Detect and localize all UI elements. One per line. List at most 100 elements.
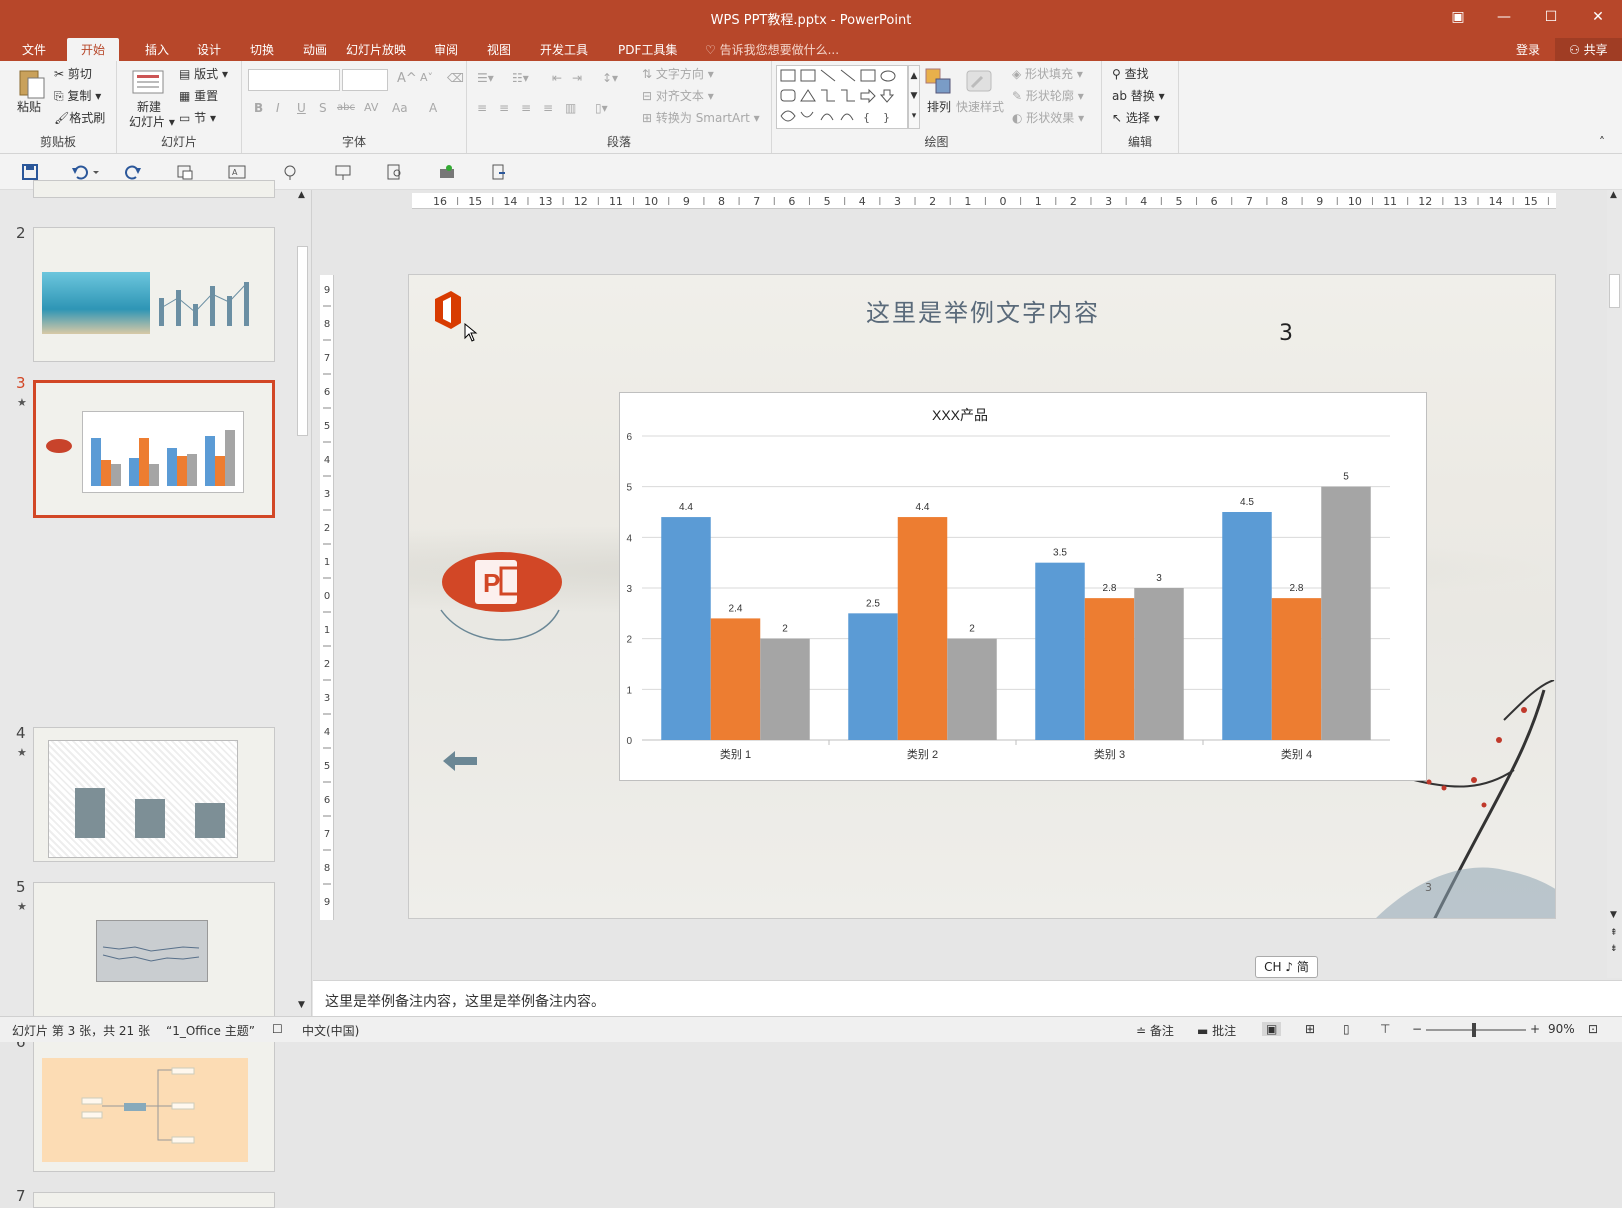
shape-effects-button[interactable]: ◐ 形状效果 ▾ [1012,109,1084,126]
tab-file[interactable]: 文件 [8,38,60,61]
previous-slide-icon[interactable]: ⇞ [1610,928,1618,938]
chart-bar[interactable] [1084,598,1135,740]
replace-button[interactable]: ab 替换 ▾ [1112,87,1165,104]
quick-styles-icon[interactable] [964,67,994,97]
slideshow-from-start-icon[interactable] [175,163,195,181]
layout-button[interactable]: ▤ 版式 ▾ [179,65,228,82]
slide-thumbnail-5[interactable] [33,882,275,1017]
chart-bar[interactable] [848,613,898,740]
distribute-icon[interactable]: ▥ [565,101,576,115]
columns-icon[interactable]: ▯▾ [595,101,608,115]
cut-button[interactable]: ✂ 剪切 [54,65,92,82]
collapse-ribbon-icon[interactable]: ˄ [1599,135,1605,149]
slide-thumbnail-1[interactable] [33,180,275,198]
current-slide[interactable]: 这里是举例文字内容 3 P XXX产品 4.4 2.4 2 2.5 4.4 2 3.5 2.8… [408,274,1556,919]
textbox-icon[interactable]: A [227,163,247,181]
smartart-button[interactable]: ⊞ 转换为 SmartArt ▾ [642,109,760,126]
strikethrough-button[interactable]: abc [337,102,355,113]
language-status[interactable]: 中文(中国) [302,1022,359,1039]
italic-button[interactable]: I [276,101,280,115]
zoom-slider-thumb[interactable] [1472,1023,1476,1037]
slide-thumbnail-3[interactable] [33,380,275,518]
decrease-indent-icon[interactable]: ⇤ [552,71,562,85]
slide-thumbnail-6[interactable] [33,1037,275,1172]
zoom-level[interactable]: 90% [1548,1022,1575,1036]
tell-me-search[interactable]: ♡ 告诉我您想要做什么... [705,41,839,58]
redo-icon[interactable] [123,163,143,181]
presenter-icon[interactable] [280,163,300,181]
increase-indent-icon[interactable]: ⇥ [572,71,582,85]
font-name-input[interactable] [248,69,340,91]
shapes-gallery[interactable]: {} [776,65,908,129]
section-button[interactable]: ▭ 节 ▾ [179,109,216,126]
shapes-gallery-scroll[interactable]: ▲ ▼ ▾ [908,65,920,129]
copy-button[interactable]: ⎘ 复制 ▾ [54,87,101,104]
chart-bar[interactable] [947,638,997,740]
normal-view-icon[interactable]: ▣ [1262,1022,1282,1036]
notes-pane[interactable]: 这里是举例备注内容，这里是举例备注内容。 [313,980,1622,1016]
maximize-icon[interactable]: ☐ [1533,6,1569,28]
close-icon[interactable]: ✕ [1580,6,1616,28]
numbering-icon[interactable]: ☷▾ [512,71,529,85]
save-icon[interactable] [20,163,40,181]
reset-button[interactable]: ▦ 重置 [179,87,218,104]
bold-button[interactable]: B [254,101,263,115]
scroll-down-arrow-icon[interactable]: ▼ [1610,910,1617,920]
chart-bar[interactable] [661,517,711,740]
undo-dropdown-icon[interactable] [92,163,100,181]
slide-thumbnail-4[interactable] [33,727,275,862]
thumbnails-scrollbar[interactable]: ▲ ▼ [295,190,310,1016]
ime-indicator[interactable]: CH ♪ 简 [1255,956,1318,978]
new-slide-label-2[interactable]: 幻灯片 ▾ [129,113,175,130]
line-spacing-icon[interactable]: ↕▾ [602,71,618,85]
chart-bar[interactable] [710,618,761,740]
grow-font-icon[interactable]: A^ [397,71,417,86]
tab-view[interactable]: 视图 [473,38,525,61]
scroll-up-arrow-icon[interactable]: ▲ [1610,190,1617,200]
tab-insert[interactable]: 插入 [131,38,183,61]
zoom-in-button[interactable]: + [1530,1022,1540,1036]
justify-icon[interactable]: ≡ [543,101,553,115]
present-online-icon[interactable] [333,163,353,181]
chart-bar[interactable] [1134,588,1184,740]
minimize-icon[interactable]: — [1486,6,1522,28]
login-link[interactable]: 登录 [1502,38,1554,61]
scroll-down-arrow-icon[interactable]: ▼ [298,1000,305,1010]
ribbon-display-options-icon[interactable]: ▣ [1440,6,1476,28]
shrink-font-icon[interactable]: A˅ [420,71,433,84]
align-right-icon[interactable]: ≡ [521,101,531,115]
align-center-icon[interactable]: ≡ [499,101,509,115]
chart-bar[interactable] [760,638,810,740]
tab-developer[interactable]: 开发工具 [526,38,602,61]
new-slide-icon[interactable] [131,65,164,95]
tab-pdf-tools[interactable]: PDF工具集 [604,38,691,61]
comments-toggle-button[interactable]: ▬ 批注 [1197,1022,1236,1039]
chart-bar[interactable] [1321,486,1371,740]
underline-button[interactable]: U [297,101,306,115]
text-direction-button[interactable]: ⇅ 文字方向 ▾ [642,65,714,82]
slide-sorter-view-icon[interactable]: ⊞ [1305,1022,1315,1036]
select-button[interactable]: ↖ 选择 ▾ [1112,109,1160,126]
shape-outline-button[interactable]: ✎ 形状轮廓 ▾ [1012,87,1084,104]
tab-transitions[interactable]: 切换 [236,38,288,61]
find-button[interactable]: ⚲ 查找 [1112,65,1149,82]
scroll-thumb[interactable] [297,246,308,436]
print-preview-icon[interactable] [385,163,405,181]
accessibility-check-icon[interactable] [437,163,457,181]
chart-bar[interactable] [1035,562,1085,740]
scroll-up-arrow-icon[interactable]: ▲ [298,190,305,200]
zoom-slider[interactable] [1426,1023,1526,1037]
chart-bar[interactable] [1271,598,1322,740]
quick-styles-button[interactable]: 快速样式 [956,98,1004,115]
export-icon[interactable] [489,163,509,181]
notes-toggle-button[interactable]: ≐ 备注 [1136,1022,1174,1039]
font-size-input[interactable] [342,69,388,91]
notes-text[interactable]: 这里是举例备注内容，这里是举例备注内容。 [325,991,605,1011]
chart-bar[interactable] [897,517,948,740]
clear-format-icon[interactable]: ⌫ [447,71,464,85]
slide-number-text[interactable]: 3 [1279,321,1293,346]
bullets-icon[interactable]: ☰▾ [477,71,494,85]
zoom-out-button[interactable]: − [1412,1022,1422,1036]
editor-scrollbar[interactable]: ▲ ▼ ⇞ ⇟ [1607,190,1622,978]
paste-icon[interactable] [16,67,46,99]
